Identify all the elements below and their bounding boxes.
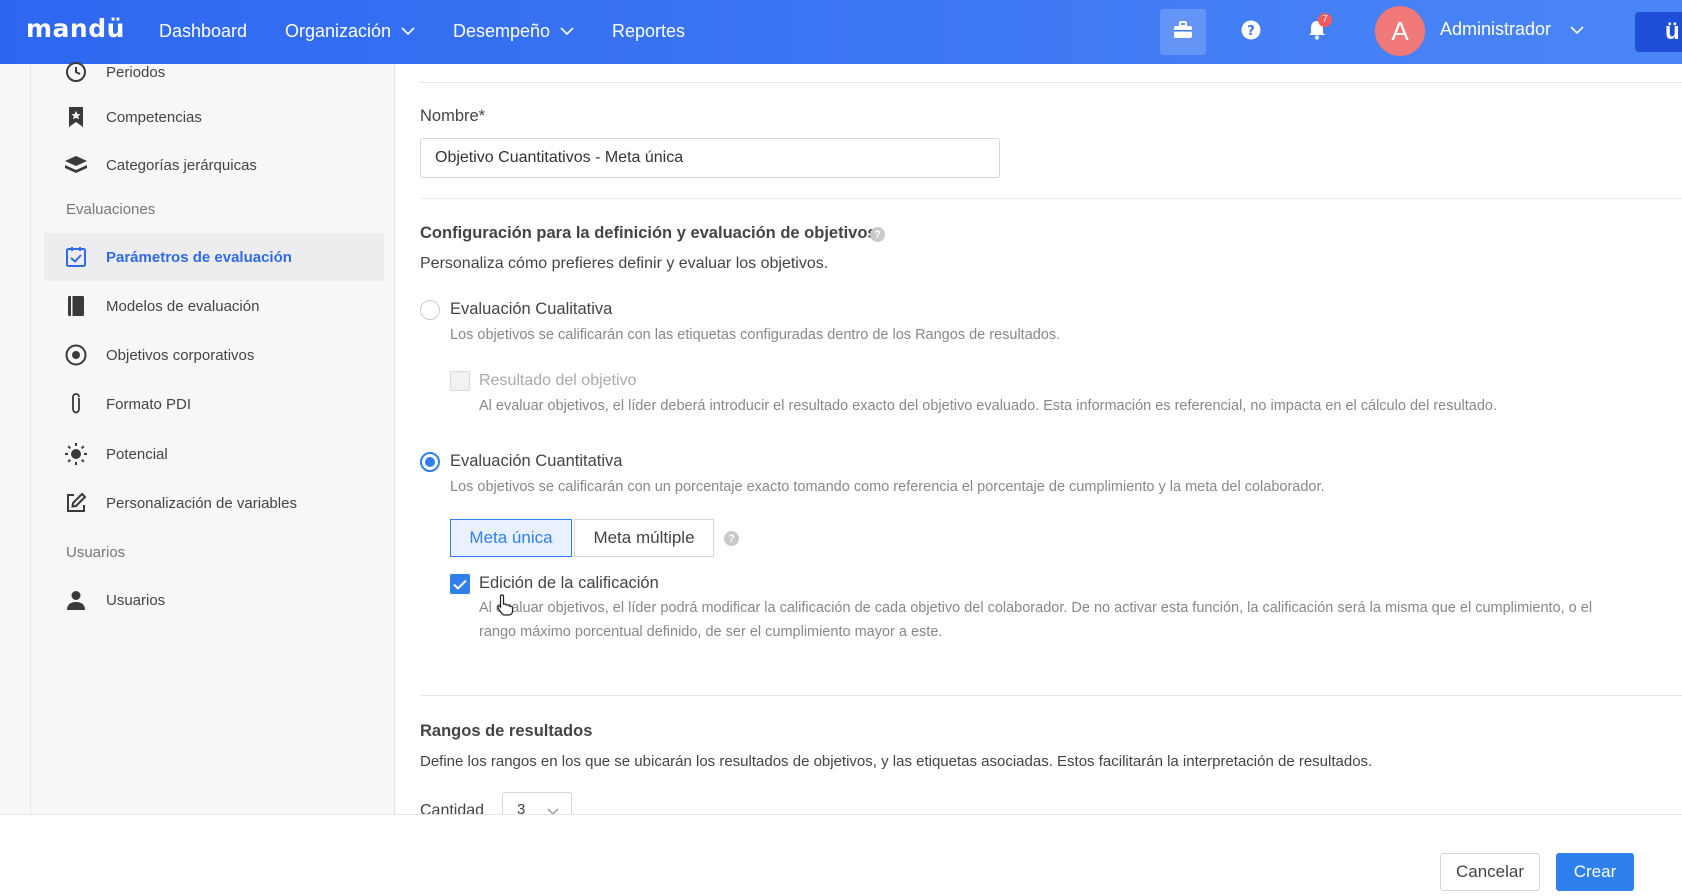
config-subtitle: Personaliza cómo prefieres definir y eva… [420, 255, 829, 272]
nav-desempeno-label: Desempeño [453, 21, 551, 41]
qualitative-radio[interactable] [420, 300, 440, 320]
quantitative-label[interactable]: Evaluación Cuantitativa [450, 452, 622, 471]
chevron-down-icon [560, 24, 574, 39]
sidebar-item-potencial[interactable]: Potencial [44, 430, 384, 478]
sidebar-group-usuarios: Usuarios [66, 544, 126, 561]
qualitative-label[interactable]: Evaluación Cualitativa [450, 300, 612, 319]
quantity-label: Cantidad [420, 802, 485, 814]
sidebar-item-label: Modelos de evaluación [106, 297, 260, 315]
sidebar-item-label: Periodos [106, 63, 166, 81]
sidebar-item-parametros[interactable]: Parámetros de evaluación [44, 233, 384, 281]
nav-organizacion[interactable]: Organización [285, 21, 415, 42]
qualitative-desc: Los objetivos se calificarán con las eti… [450, 327, 1061, 343]
briefcase-icon [1173, 20, 1193, 44]
quantitative-radio[interactable] [420, 452, 440, 472]
config-title: Configuración para la definición y evalu… [420, 224, 877, 242]
svg-text:?: ? [1247, 24, 1255, 39]
quantity-select[interactable]: 3 [502, 792, 572, 814]
calendar-check-icon [64, 245, 88, 269]
edit-desc-line2: rango máximo porcentual definido, de ser… [479, 624, 943, 640]
question-circle-icon: ? [1241, 20, 1261, 45]
sidebar-item-label: Competencias [106, 108, 202, 126]
sidebar-item-competencias[interactable]: Competencias [44, 93, 384, 141]
chevron-down-icon [401, 24, 415, 39]
footer-bar: Cancelar Crear [0, 814, 1682, 896]
nav-reportes-label: Reportes [612, 21, 686, 41]
briefcase-button[interactable] [1160, 9, 1206, 55]
nav-desempeno[interactable]: Desempeño [453, 21, 574, 42]
name-input[interactable] [420, 138, 1000, 178]
quantitative-desc: Los objetivos se calificarán con un porc… [450, 479, 1325, 495]
sidebar-group-evaluaciones: Evaluaciones [66, 201, 156, 218]
sidebar-item-usuarios[interactable]: Usuarios [44, 576, 384, 624]
help-icon[interactable]: ? [870, 227, 885, 242]
app-switcher-button[interactable]: ü [1635, 12, 1682, 52]
divider [420, 82, 1682, 83]
nav-organizacion-label: Organización [285, 21, 392, 41]
sidebar-item-variables[interactable]: Personalización de variables [44, 479, 384, 527]
check-icon [453, 579, 467, 590]
sidebar-item-pdi[interactable]: Formato PDI [44, 380, 384, 428]
result-desc: Al evaluar objetivos, el líder deberá in… [479, 398, 1497, 414]
cancel-button[interactable]: Cancelar [1440, 853, 1540, 891]
divider [420, 695, 1682, 696]
chevron-down-icon [547, 803, 559, 814]
name-label: Nombre* [420, 107, 486, 125]
target-icon [64, 343, 88, 367]
user-icon [64, 588, 88, 612]
main-content: Nombre* Configuración para la definición… [396, 64, 1682, 814]
ranges-desc: Define los rangos en los que se ubicarán… [420, 753, 1373, 770]
sidebar: Periodos Competencias Categorías jerárqu… [0, 62, 395, 814]
sidebar-item-label: Parámetros de evaluación [106, 248, 292, 266]
paperclip-icon [64, 392, 88, 416]
sidebar-rail [30, 64, 31, 814]
nav-dashboard[interactable]: Dashboard [159, 21, 247, 42]
avatar[interactable]: A [1375, 6, 1425, 56]
help-button[interactable]: ? [1228, 9, 1274, 55]
quantity-value: 3 [517, 801, 526, 814]
app-switcher-label: ü [1665, 18, 1680, 45]
sidebar-item-label: Personalización de variables [106, 494, 297, 512]
edit-label[interactable]: Edición de la calificación [479, 574, 659, 593]
ranges-title: Rangos de resultados [420, 722, 593, 740]
seg-meta-unica[interactable]: Meta única [450, 519, 572, 557]
sidebar-item-label: Objetivos corporativos [106, 346, 255, 364]
sidebar-item-periodos[interactable]: Periodos [44, 48, 384, 96]
sidebar-item-modelos[interactable]: Modelos de evaluación [44, 282, 384, 330]
hand-cursor-icon [496, 594, 514, 621]
chevron-down-icon[interactable] [1570, 22, 1584, 38]
sidebar-item-label: Formato PDI [106, 395, 192, 413]
edit-icon [64, 491, 88, 515]
nav-dashboard-label: Dashboard [159, 21, 248, 41]
result-checkbox[interactable] [450, 371, 470, 391]
sidebar-item-label: Usuarios [106, 591, 166, 609]
layers-icon [64, 153, 88, 177]
user-name[interactable]: Administrador [1440, 19, 1551, 40]
notifications-badge: 7 [1318, 13, 1332, 27]
seg-meta-multiple[interactable]: Meta múltiple [574, 519, 714, 557]
sidebar-item-label: Categorías jerárquicas [106, 156, 257, 174]
result-label: Resultado del objetivo [479, 372, 637, 389]
divider [420, 198, 1682, 199]
sidebar-item-categorias[interactable]: Categorías jerárquicas [44, 141, 384, 189]
sidebar-item-objetivos[interactable]: Objetivos corporativos [44, 331, 384, 379]
help-icon[interactable]: ? [724, 531, 739, 546]
edit-desc-line1: Al evaluar objetivos, el líder podrá mod… [479, 600, 1593, 616]
edit-checkbox[interactable] [450, 574, 470, 594]
clock-icon [64, 60, 88, 84]
nav-reportes[interactable]: Reportes [612, 21, 685, 42]
sun-icon [64, 442, 88, 466]
book-icon [64, 294, 88, 318]
sidebar-item-label: Potencial [106, 445, 168, 463]
notifications-button[interactable]: 7 [1294, 9, 1340, 55]
logo[interactable]: mandü [26, 14, 125, 43]
create-button[interactable]: Crear [1556, 853, 1634, 891]
bookmark-icon [64, 105, 88, 129]
